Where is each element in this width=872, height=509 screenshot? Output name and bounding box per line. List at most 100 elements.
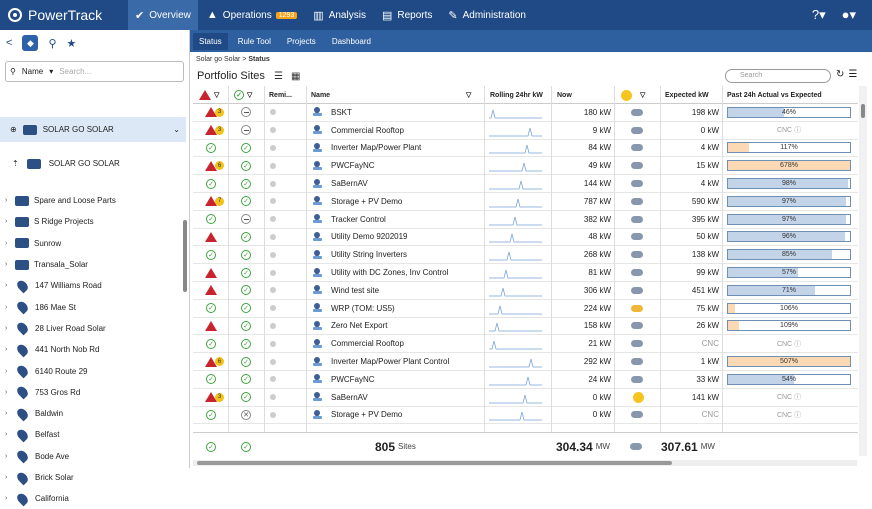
x-circle-icon[interactable]: ✕ <box>241 409 251 420</box>
alert-cell[interactable]: 7 <box>205 193 224 210</box>
alert-cell[interactable] <box>205 318 217 335</box>
chevron-down-icon[interactable]: ⌄ <box>173 125 180 134</box>
check-icon[interactable]: ✓ <box>241 303 251 314</box>
chevron-right-icon[interactable]: › <box>5 410 10 417</box>
check-icon[interactable]: ✓ <box>241 356 251 367</box>
nav-operations[interactable]: ▲ Operations 1293 <box>200 0 304 30</box>
list-view-icon[interactable]: ☰ <box>274 71 283 82</box>
past-column-header[interactable]: Past 24h Actual vs Expected <box>727 86 822 104</box>
tree-item[interactable]: › Spare and Loose Parts <box>0 190 185 211</box>
check-icon[interactable]: ✓ <box>241 160 251 171</box>
chevron-right-icon[interactable]: › <box>5 240 10 247</box>
grid-horizontal-scrollbar[interactable] <box>193 460 857 466</box>
tree-item[interactable]: › S Ridge Projects <box>0 211 185 232</box>
site-name[interactable]: Commercial Rooftop <box>331 335 404 352</box>
check-icon[interactable]: ✓ <box>241 178 251 189</box>
chevron-right-icon[interactable]: › <box>5 346 10 353</box>
tree-item[interactable]: › 147 Williams Road <box>0 275 185 296</box>
alert-cell[interactable]: ✓ <box>206 246 216 263</box>
name-column-header[interactable]: Name <box>311 86 330 104</box>
alert-column-header[interactable]: ▽ <box>199 86 219 104</box>
info-icon[interactable]: ⓘ <box>794 127 801 134</box>
table-row[interactable]: ✓ ✓ Inverter Map/Power Plant 84 kW 4 kW 117% <box>193 140 858 158</box>
alert-cell[interactable]: 6 <box>205 353 224 370</box>
chevron-right-icon[interactable]: › <box>5 389 10 396</box>
table-row[interactable]: ✓ Zero Net Export 158 kW 26 kW 109% <box>193 318 858 336</box>
alert-cell[interactable]: ✓ <box>206 211 216 228</box>
tree-item[interactable]: › 441 North Nob Rd <box>0 339 185 360</box>
chevron-right-icon[interactable]: › <box>5 368 10 375</box>
chevron-right-icon[interactable]: › <box>5 431 10 438</box>
now-column-header[interactable]: Now <box>557 86 572 104</box>
tree-item[interactable]: › Bode Ave <box>0 446 185 467</box>
table-row[interactable]: ✓ Wind test site 306 kW 451 kW 71% <box>193 282 858 300</box>
site-name[interactable]: PWCFayNC <box>331 157 375 174</box>
tree-item[interactable]: › Sunrow <box>0 233 185 254</box>
site-name[interactable]: Inverter Map/Power Plant <box>331 140 421 157</box>
tab-status[interactable]: Status <box>193 32 228 50</box>
table-row[interactable]: ✓ Utility Demo 9202019 48 kW 50 kW 96% <box>193 229 858 247</box>
site-name[interactable]: Storage + PV Demo <box>331 193 402 210</box>
check-icon[interactable]: ✓ <box>241 249 251 260</box>
check-icon[interactable]: ✓ <box>241 142 251 153</box>
check-icon[interactable]: ✓ <box>241 285 251 296</box>
table-row[interactable]: ✓ ✕ Storage + PV Demo 0 kW CNC CNC ⓘ <box>193 407 858 425</box>
table-row[interactable]: ✓ ✓ WRP (TOM: US5) 224 kW 75 kW 106% <box>193 300 858 318</box>
chevron-right-icon[interactable]: › <box>5 282 10 289</box>
nav-overview[interactable]: ✔ Overview <box>128 0 198 30</box>
help-menu-icon[interactable]: ?▾ <box>812 7 826 23</box>
site-name[interactable]: SaBernAV <box>331 389 368 406</box>
expected-column-header[interactable]: Expected kW <box>665 86 709 104</box>
table-row[interactable]: ✓ Utility with DC Zones, Inv Control 81 kW… <box>193 264 858 282</box>
chevron-right-icon[interactable]: › <box>5 495 10 502</box>
pinned-site-selected[interactable]: ⊕ SOLAR GO SOLAR ⌄ <box>0 117 186 142</box>
site-name[interactable]: BSKT <box>331 104 352 121</box>
search-field-select[interactable]: Name <box>22 67 43 76</box>
site-name[interactable]: Wind test site <box>331 282 379 299</box>
table-row[interactable]: ✓ Tracker Control 382 kW 395 kW 97% <box>193 211 858 229</box>
site-name[interactable]: Tracker Control <box>331 211 386 228</box>
refresh-icon[interactable]: ↻ <box>836 69 844 80</box>
pinned-site-root[interactable]: ⇡ SOLAR GO SOLAR <box>0 151 186 176</box>
table-row[interactable]: 6 ✓ Inverter Map/Power Plant Control 292 kW… <box>193 353 858 371</box>
alert-cell[interactable]: 3 <box>205 104 224 121</box>
column-settings-icon[interactable]: ☰ <box>848 69 857 80</box>
table-row[interactable]: 3 Commercial Rooftop 9 kW 0 kW CNC ⓘ <box>193 122 858 140</box>
alert-cell[interactable]: ✓ <box>206 335 216 352</box>
chevron-right-icon[interactable]: › <box>5 218 10 225</box>
back-chevron-icon[interactable]: < <box>6 37 12 49</box>
site-name[interactable]: WRP (TOM: US5) <box>331 300 395 317</box>
site-name[interactable]: Utility Demo 9202019 <box>331 229 407 246</box>
info-icon[interactable]: ⓘ <box>794 394 801 401</box>
nav-reports[interactable]: ▤ Reports <box>375 0 439 30</box>
remi-column-header[interactable]: Remi... <box>269 86 292 104</box>
table-row[interactable]: 3 BSKT 180 kW 198 kW 46% <box>193 104 858 122</box>
check-icon[interactable]: ✓ <box>241 320 251 331</box>
tree-item[interactable]: › California <box>0 488 185 509</box>
chevron-right-icon[interactable]: › <box>5 261 10 268</box>
nav-administration[interactable]: ✎ Administration <box>441 0 533 30</box>
tab-rule-tool[interactable]: Rule Tool <box>232 33 277 50</box>
site-name[interactable]: Inverter Map/Power Plant Control <box>331 353 449 370</box>
rolling-column-header[interactable]: Rolling 24hr kW <box>490 86 543 104</box>
nav-analysis[interactable]: ▥ Analysis <box>306 0 373 30</box>
chevron-right-icon[interactable]: › <box>5 325 10 332</box>
grid-view-icon[interactable]: ▦ <box>291 71 300 82</box>
tree-item[interactable]: › 28 Liver Road Solar <box>0 318 185 339</box>
check-icon[interactable]: ✓ <box>241 392 251 403</box>
alert-cell[interactable]: ✓ <box>206 371 216 388</box>
tree-item[interactable]: › Baldwin <box>0 403 185 424</box>
alert-cell[interactable]: ✓ <box>206 175 216 192</box>
app-logo[interactable]: PowerTrack <box>0 7 128 23</box>
tree-item[interactable]: › Transala_Solar <box>0 254 185 275</box>
check-icon[interactable]: ✓ <box>241 231 251 242</box>
site-name[interactable]: SaBernAV <box>331 175 368 192</box>
alert-cell[interactable]: 6 <box>205 157 224 174</box>
chevron-right-icon[interactable]: › <box>5 197 10 204</box>
check-icon[interactable]: ✓ <box>241 267 251 278</box>
alert-cell[interactable]: 3 <box>205 389 224 406</box>
status-column-header[interactable]: ✓ ▽ <box>234 86 252 104</box>
alert-cell[interactable] <box>205 229 217 246</box>
tree-item[interactable]: › 6140 Route 29 <box>0 360 185 381</box>
alert-cell[interactable] <box>205 282 217 299</box>
